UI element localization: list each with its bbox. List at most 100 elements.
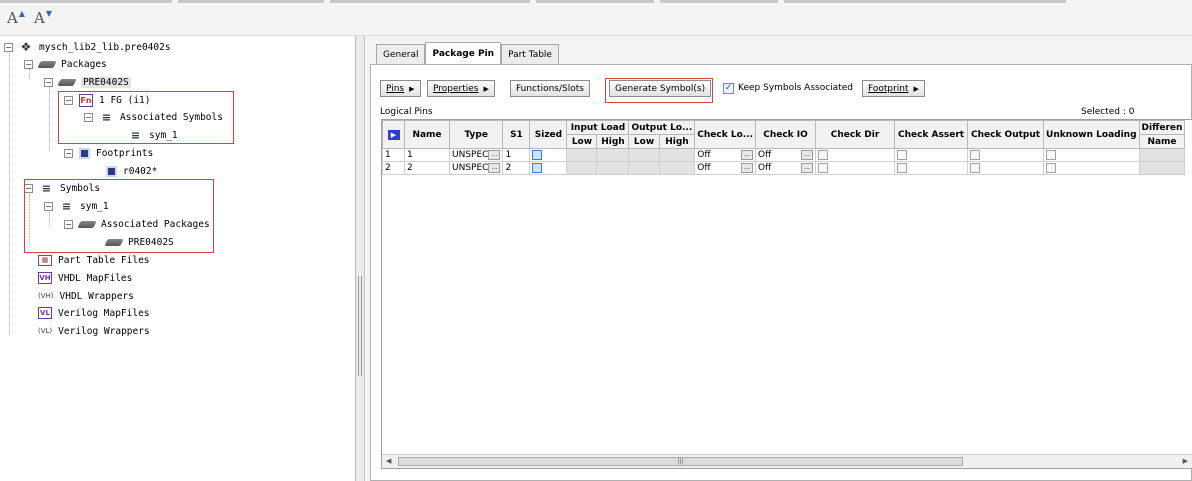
check-dir-cell[interactable] <box>815 161 896 175</box>
tree-packages[interactable]: − Packages <box>24 56 107 72</box>
keep-symbols-associated-checkbox[interactable]: ✓ <box>723 83 734 94</box>
footprint-button-label: Footprint <box>868 83 909 94</box>
tree-package-item[interactable]: − PRE0402S <box>44 74 131 90</box>
row-number[interactable]: 1 <box>382 148 405 162</box>
tree-root[interactable]: − ❖ mysch_lib2_lib.pre0402s <box>4 39 171 55</box>
s1-cell[interactable]: 1 <box>502 148 531 162</box>
part-table-icon: ▦ <box>38 254 52 266</box>
footprint-icon <box>106 165 117 177</box>
horizontal-scrollbar[interactable]: ◀ ||| ▶ <box>382 454 1192 468</box>
sized-checkbox[interactable] <box>532 149 543 160</box>
col-output-low[interactable]: Low <box>628 134 660 149</box>
collapse-icon[interactable]: − <box>44 77 53 87</box>
verilog-wrapper-icon: (VL) <box>38 327 53 335</box>
scroll-right-icon[interactable]: ▶ <box>1183 457 1188 465</box>
dropdown-icon[interactable]: … <box>801 150 814 160</box>
scrollbar-thumb[interactable]: ||| <box>398 457 963 466</box>
properties-button[interactable]: Properties ▶ <box>427 80 495 97</box>
table-row[interactable]: 1 1 UNSPEC… 1 Off… Off… <box>382 148 1186 162</box>
collapse-icon[interactable]: − <box>64 148 73 158</box>
col-sized[interactable]: Sized <box>529 120 568 149</box>
pin-name-cell[interactable]: 2 <box>404 161 450 175</box>
panel-splitter[interactable] <box>356 36 365 481</box>
col-input-low[interactable]: Low <box>566 134 598 149</box>
pin-type-cell[interactable]: UNSPEC… <box>448 148 504 162</box>
col-s1[interactable]: S1 <box>502 120 531 149</box>
tree-verilog-mapfiles[interactable]: VL Verilog MapFiles <box>38 305 150 321</box>
select-all-header[interactable]: ▶ <box>382 120 405 149</box>
check-assert-checkbox[interactable] <box>897 162 908 173</box>
toolbar-tab-hint <box>0 0 172 3</box>
tab-part-table[interactable]: Part Table <box>501 44 559 64</box>
functions-slots-button[interactable]: Functions/Slots <box>510 80 590 97</box>
check-io-cell[interactable]: Off… <box>755 148 817 162</box>
tree-part-table-files[interactable]: ▦ Part Table Files <box>38 252 150 268</box>
check-lo-cell[interactable]: Off… <box>694 161 757 175</box>
col-check-output[interactable]: Check Output <box>967 120 1045 149</box>
tree-footprints[interactable]: − Footprints <box>64 145 153 161</box>
col-diff-name[interactable]: Name <box>1138 134 1186 149</box>
check-output-checkbox[interactable] <box>970 162 981 173</box>
tree-vhdl-wrappers[interactable]: (VH) VHDL Wrappers <box>38 288 134 304</box>
col-check-assert[interactable]: Check Assert <box>894 120 969 149</box>
tab-general[interactable]: General <box>376 44 426 64</box>
col-check-lo[interactable]: Check Lo... <box>694 120 757 149</box>
package-icon <box>37 60 57 68</box>
row-number[interactable]: 2 <box>382 161 405 175</box>
tree-part-table-files-label: Part Table Files <box>58 254 150 266</box>
col-check-io[interactable]: Check IO <box>755 120 817 149</box>
tab-package-pin[interactable]: Package Pin <box>425 42 502 64</box>
decrease-font-button[interactable]: A ▼ <box>30 6 56 30</box>
pin-type-cell[interactable]: UNSPEC… <box>448 161 504 175</box>
check-output-cell[interactable] <box>967 161 1045 175</box>
check-assert-checkbox[interactable] <box>897 149 908 160</box>
check-lo-cell[interactable]: Off… <box>694 148 757 162</box>
sized-cell[interactable] <box>529 148 568 162</box>
dropdown-icon[interactable]: … <box>488 150 501 160</box>
col-input-high[interactable]: High <box>596 134 630 149</box>
table-row[interactable]: 2 2 UNSPEC… 2 Off… Off… <box>382 161 1186 175</box>
scroll-left-icon[interactable]: ◀ <box>386 457 391 465</box>
output-low-cell <box>628 148 660 162</box>
unknown-loading-cell[interactable] <box>1043 161 1140 175</box>
col-check-dir[interactable]: Check Dir <box>815 120 896 149</box>
tree-vhdl-mapfiles[interactable]: VH VHDL MapFiles <box>38 270 132 286</box>
check-assert-cell[interactable] <box>894 161 969 175</box>
sized-checkbox[interactable] <box>532 162 543 173</box>
tree-verilog-wrappers[interactable]: (VL) Verilog Wrappers <box>38 323 150 339</box>
col-name[interactable]: Name <box>404 120 450 149</box>
tree-verilog-mapfiles-label: Verilog MapFiles <box>58 307 150 319</box>
check-assert-cell[interactable] <box>894 148 969 162</box>
sized-cell[interactable] <box>529 161 568 175</box>
check-output-cell[interactable] <box>967 148 1045 162</box>
splitter-grip[interactable] <box>358 276 362 376</box>
check-io-cell[interactable]: Off… <box>755 161 817 175</box>
check-dir-cell[interactable] <box>815 148 896 162</box>
col-input-load[interactable]: Input Load <box>566 120 630 135</box>
unknown-loading-checkbox[interactable] <box>1046 149 1057 160</box>
properties-button-label: Properties <box>433 83 479 94</box>
dropdown-icon[interactable]: … <box>801 163 814 173</box>
tree-footprint-child[interactable]: r0402* <box>106 163 157 179</box>
col-output-load[interactable]: Output Lo... <box>628 120 696 135</box>
collapse-icon[interactable]: − <box>4 42 13 52</box>
col-unknown-loading[interactable]: Unknown Loading <box>1043 120 1140 149</box>
increase-font-button[interactable]: A ▲ <box>3 6 29 30</box>
unknown-loading-checkbox[interactable] <box>1046 162 1057 173</box>
s1-cell[interactable]: 2 <box>502 161 531 175</box>
footprint-button[interactable]: Footprint ▶ <box>862 80 925 97</box>
dropdown-icon[interactable]: … <box>741 163 754 173</box>
pin-name-cell[interactable]: 1 <box>404 148 450 162</box>
col-type[interactable]: Type <box>448 120 504 149</box>
dropdown-icon[interactable]: … <box>488 163 501 173</box>
dropdown-icon[interactable]: … <box>741 150 754 160</box>
collapse-icon[interactable]: − <box>24 59 33 69</box>
col-output-high[interactable]: High <box>658 134 696 149</box>
check-output-checkbox[interactable] <box>970 149 981 160</box>
pins-button-label: Pins <box>386 83 405 94</box>
unknown-loading-cell[interactable] <box>1043 148 1140 162</box>
check-dir-checkbox[interactable] <box>818 149 829 160</box>
col-differen[interactable]: Differen <box>1138 120 1186 135</box>
pins-button[interactable]: Pins ▶ <box>380 80 421 97</box>
check-dir-checkbox[interactable] <box>818 162 829 173</box>
